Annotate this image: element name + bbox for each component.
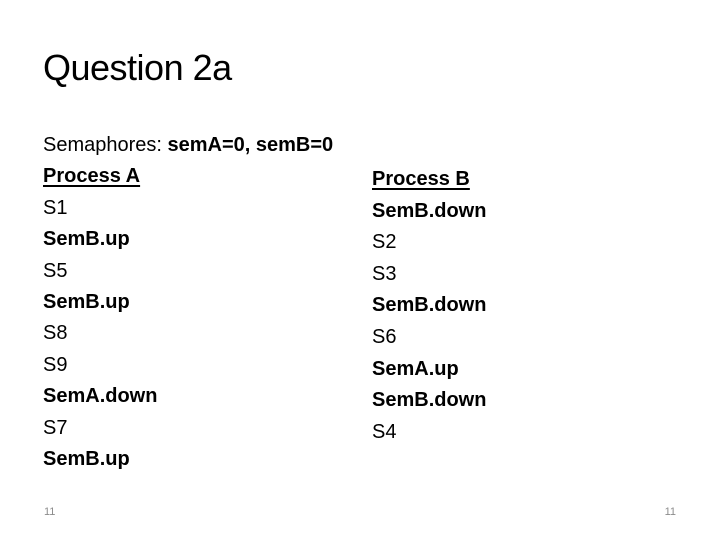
- process-b-step: S6: [372, 325, 397, 348]
- process-b-step: SemB.down: [372, 199, 487, 222]
- process-a-heading: Process A: [43, 165, 141, 188]
- process-a-step: S8: [43, 322, 68, 345]
- process-a-step: S9: [43, 353, 68, 376]
- process-a-step: S5: [43, 259, 68, 282]
- semaphores-value: semA=0, semB=0: [167, 134, 334, 156]
- process-a-step: S7: [43, 416, 68, 439]
- process-b-heading: Process B: [372, 168, 470, 190]
- process-a-column: Semaphores: semA=0, semB=0 Process A S1 …: [43, 130, 333, 475]
- process-b-step: SemA.up: [372, 357, 459, 380]
- semaphores-line: Semaphores: semA=0, semB=0: [43, 130, 333, 161]
- process-a-step: SemB.up: [43, 228, 130, 251]
- process-a-step: SemB.up: [43, 448, 130, 471]
- process-b-step: S2: [372, 231, 397, 254]
- process-a-step: SemB.up: [43, 291, 130, 314]
- process-a-step: SemA.down: [43, 385, 158, 408]
- process-b-column: Process B SemB.down S2 S3 SemB.down S6 S…: [372, 164, 486, 448]
- footer-page-number-right: 11: [664, 506, 676, 518]
- semaphores-label: Semaphores:: [43, 134, 168, 156]
- process-b-step: SemB.down: [372, 389, 487, 412]
- footer-page-number-left: 11: [44, 506, 56, 518]
- process-b-step: S3: [372, 262, 397, 285]
- process-a-step: S1: [43, 196, 68, 219]
- process-b-step: S4: [372, 420, 397, 443]
- process-b-step: SemB.down: [372, 294, 487, 317]
- slide-title: Question 2a: [43, 47, 232, 88]
